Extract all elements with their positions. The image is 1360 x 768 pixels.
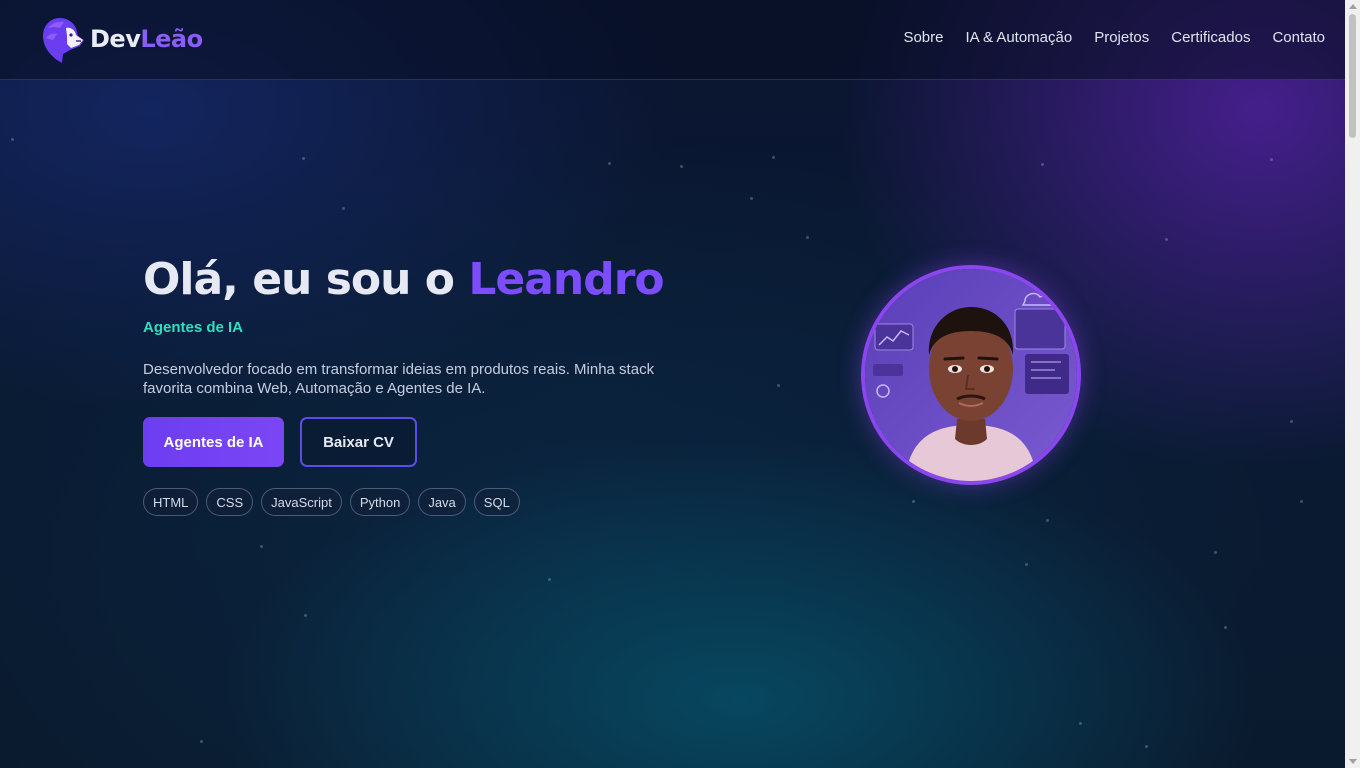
tech-stack-tags: HTML CSS JavaScript Python Java SQL (143, 488, 520, 516)
scroll-up-arrow-icon[interactable] (1349, 4, 1357, 9)
hero-name: Leandro (468, 254, 664, 305)
tag-html: HTML (143, 488, 199, 516)
nav-link-sobre[interactable]: Sobre (903, 29, 943, 46)
nav-link-certificados[interactable]: Certificados (1171, 29, 1250, 46)
profile-avatar (861, 265, 1081, 485)
download-cv-button[interactable]: Baixar CV (300, 417, 417, 467)
scroll-down-arrow-icon[interactable] (1349, 759, 1357, 764)
top-navigation-bar: DevLeão Sobre IA & Automação Projetos Ce… (0, 0, 1345, 80)
developer-avatar-illustration (865, 269, 1077, 481)
nav-link-ia-automacao[interactable]: IA & Automação (965, 29, 1072, 46)
brand-name: DevLeão (90, 25, 203, 53)
ai-agents-button[interactable]: Agentes de IA (143, 417, 284, 467)
hero-subtitle: Agentes de IA (143, 319, 244, 336)
brand-name-part1: Dev (90, 25, 141, 53)
main-nav: Sobre IA & Automação Projetos Certificad… (903, 29, 1325, 46)
hero-heading: Olá, eu sou o Leandro (143, 254, 665, 305)
tag-sql: SQL (473, 488, 520, 516)
brand-logo[interactable]: DevLeão (40, 14, 203, 64)
nav-link-projetos[interactable]: Projetos (1094, 29, 1149, 46)
nav-link-contato[interactable]: Contato (1272, 29, 1325, 46)
hero-greeting: Olá, eu sou o (143, 254, 469, 305)
hero-description: Desenvolvedor focado em transformar idei… (143, 361, 655, 397)
tag-javascript: JavaScript (261, 488, 342, 516)
lion-icon (43, 18, 84, 63)
vertical-scrollbar[interactable] (1345, 0, 1360, 768)
tag-python: Python (349, 488, 411, 516)
tag-java: Java (418, 488, 466, 516)
brand-name-part2: Leão (140, 25, 203, 53)
page-background: DevLeão Sobre IA & Automação Projetos Ce… (0, 0, 1345, 768)
tag-css: CSS (206, 488, 254, 516)
scrollbar-thumb[interactable] (1349, 14, 1356, 138)
